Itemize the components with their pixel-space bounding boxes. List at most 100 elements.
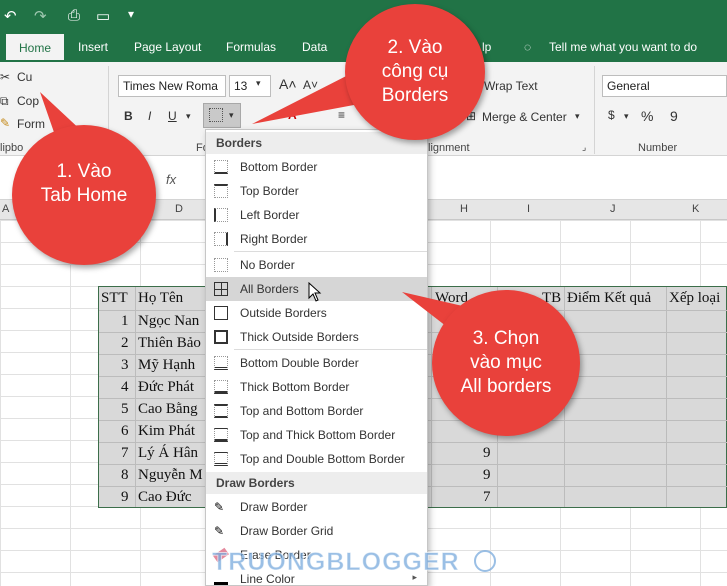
column-j[interactable]: J bbox=[610, 203, 616, 215]
percent-button[interactable]: % bbox=[641, 108, 653, 124]
column-a[interactable]: A bbox=[2, 203, 9, 215]
callout-line: 2. Vào bbox=[387, 37, 443, 58]
menu-label: No Border bbox=[240, 258, 295, 272]
menu-label: All Borders bbox=[240, 282, 299, 296]
divider bbox=[594, 66, 595, 154]
callout-text-1: 1. Vào Tab Home bbox=[12, 160, 156, 208]
row-7-name: Lý Á Hân bbox=[138, 445, 198, 461]
col-divider bbox=[135, 287, 136, 507]
row-5-name: Cao Bằng bbox=[138, 401, 198, 417]
left-border-icon bbox=[214, 208, 228, 222]
row-4-name: Đức Phát bbox=[138, 379, 195, 395]
borders-dropdown-icon[interactable]: ▾ bbox=[229, 110, 234, 121]
customize-qat-icon[interactable]: ▾ bbox=[128, 7, 134, 21]
bottom-border-icon bbox=[214, 160, 228, 174]
open-folder-icon[interactable]: ▭ bbox=[96, 7, 110, 25]
tell-me-search[interactable]: Tell me what you want to do bbox=[549, 40, 697, 54]
lightbulb-icon bbox=[474, 550, 496, 572]
thick-bottom-border-item[interactable]: Thick Bottom Border bbox=[206, 375, 427, 399]
top-and-bottom-border-item[interactable]: Top and Bottom Border bbox=[206, 399, 427, 423]
row-3-stt: 3 bbox=[121, 357, 129, 373]
cut-button[interactable]: Cu bbox=[17, 70, 32, 84]
callout-text-3: 3. Chọn vào mục All borders bbox=[432, 327, 580, 399]
top-border-item[interactable]: Top Border bbox=[206, 179, 427, 203]
menu-label: Top and Bottom Border bbox=[240, 404, 364, 418]
draw-border-item[interactable]: ✎ Draw Border bbox=[206, 495, 427, 519]
callout-line: vào mục bbox=[470, 352, 542, 373]
wrap-text-button[interactable]: Wrap Text bbox=[484, 79, 538, 93]
callout-line: 3. Chọn bbox=[472, 328, 540, 349]
undo-icon[interactable]: ↶ bbox=[4, 7, 17, 25]
menu-label: Top Border bbox=[240, 184, 299, 198]
redo-icon[interactable]: ↷ bbox=[34, 7, 47, 25]
watermark-logo: TRUONGBLOGGER bbox=[212, 548, 502, 578]
dialog-launcher-icon[interactable]: ⌟ bbox=[582, 142, 586, 153]
menu-label: Draw Border Grid bbox=[240, 524, 334, 538]
menu-label: Thick Bottom Border bbox=[240, 380, 350, 394]
top-thick-bottom-border-icon bbox=[214, 428, 228, 442]
row-5-stt: 5 bbox=[121, 401, 129, 417]
menu-separator bbox=[234, 251, 427, 252]
menu-label: Top and Thick Bottom Border bbox=[240, 428, 396, 442]
left-border-item[interactable]: Left Border bbox=[206, 203, 427, 227]
menu-label: Top and Double Bottom Border bbox=[240, 452, 405, 466]
underline-dropdown-icon[interactable]: ▾ bbox=[186, 111, 191, 122]
outside-borders-item[interactable]: Outside Borders bbox=[206, 301, 427, 325]
top-and-thick-bottom-border-item[interactable]: Top and Thick Bottom Border bbox=[206, 423, 427, 447]
top-bottom-border-icon bbox=[214, 404, 228, 418]
watermark-text: TRUONGBLOGGER bbox=[212, 548, 460, 577]
pencil-grid-icon: ✎ bbox=[214, 524, 225, 538]
menu-label: Outside Borders bbox=[240, 306, 327, 320]
right-border-item[interactable]: Right Border bbox=[206, 227, 427, 251]
header-ket-qua: Điểm Kết quả bbox=[567, 290, 652, 306]
bottom-double-border-icon bbox=[214, 356, 228, 370]
column-h[interactable]: H bbox=[460, 203, 468, 215]
row-2-name: Thiên Bảo bbox=[138, 335, 201, 351]
currency-button[interactable]: $ bbox=[608, 108, 615, 122]
thick-outside-borders-item[interactable]: Thick Outside Borders bbox=[206, 325, 427, 349]
pencil-icon: ✎ bbox=[214, 500, 225, 514]
column-i[interactable]: I bbox=[527, 203, 530, 215]
callout-line: All borders bbox=[460, 376, 552, 397]
row-8-stt: 8 bbox=[121, 467, 129, 483]
all-borders-icon bbox=[214, 282, 228, 296]
no-border-item[interactable]: No Border bbox=[206, 253, 427, 277]
borders-dropdown-menu: Borders Bottom Border Top Border Left Bo… bbox=[205, 129, 428, 586]
draw-borders-section-header: Draw Borders bbox=[206, 472, 427, 494]
row-3-name: Mỹ Hạnh bbox=[138, 357, 196, 373]
draw-border-grid-item[interactable]: ✎ Draw Border Grid bbox=[206, 519, 427, 543]
column-k[interactable]: K bbox=[692, 203, 699, 215]
menu-label: Right Border bbox=[240, 232, 308, 246]
merge-center-button[interactable]: Merge & Center bbox=[482, 110, 567, 124]
currency-dropdown-icon[interactable]: ▾ bbox=[624, 111, 629, 122]
row-2-stt: 2 bbox=[121, 335, 129, 351]
cut-icon[interactable]: ✂ bbox=[0, 70, 10, 84]
merge-dropdown-icon[interactable]: ▾ bbox=[575, 111, 580, 122]
menu-label: Bottom Double Border bbox=[240, 356, 359, 370]
row-8-name: Nguyễn M bbox=[138, 467, 203, 483]
format-painter-icon[interactable]: ✎ bbox=[0, 116, 10, 130]
comma-button[interactable]: 9 bbox=[670, 108, 678, 124]
column-d[interactable]: D bbox=[175, 203, 183, 215]
right-border-icon bbox=[214, 232, 228, 246]
row-4-stt: 4 bbox=[121, 379, 129, 395]
menu-label: Draw Border bbox=[240, 500, 308, 514]
copy-icon[interactable]: ⧉ bbox=[0, 94, 9, 109]
callout-line: Tab Home bbox=[40, 185, 128, 206]
bottom-border-item[interactable]: Bottom Border bbox=[206, 155, 427, 179]
row-7-stt: 7 bbox=[121, 445, 129, 461]
menu-separator bbox=[234, 349, 427, 350]
tab-insert[interactable]: Insert bbox=[78, 40, 108, 54]
bottom-double-border-item[interactable]: Bottom Double Border bbox=[206, 351, 427, 375]
top-and-double-bottom-border-item[interactable]: Top and Double Bottom Border bbox=[206, 447, 427, 471]
outside-borders-icon bbox=[214, 306, 228, 320]
tab-page-layout[interactable]: Page Layout bbox=[134, 40, 201, 54]
row-1-name: Ngọc Nan bbox=[138, 313, 200, 329]
row-7-word: 9 bbox=[483, 445, 491, 461]
tab-home[interactable]: Home bbox=[6, 34, 64, 63]
number-format-combo[interactable]: General bbox=[602, 75, 727, 97]
no-border-icon bbox=[214, 258, 228, 272]
row-8-word: 9 bbox=[483, 467, 491, 483]
print-preview-icon[interactable]: ⎙ bbox=[68, 7, 80, 24]
border-grid-icon bbox=[209, 108, 223, 122]
